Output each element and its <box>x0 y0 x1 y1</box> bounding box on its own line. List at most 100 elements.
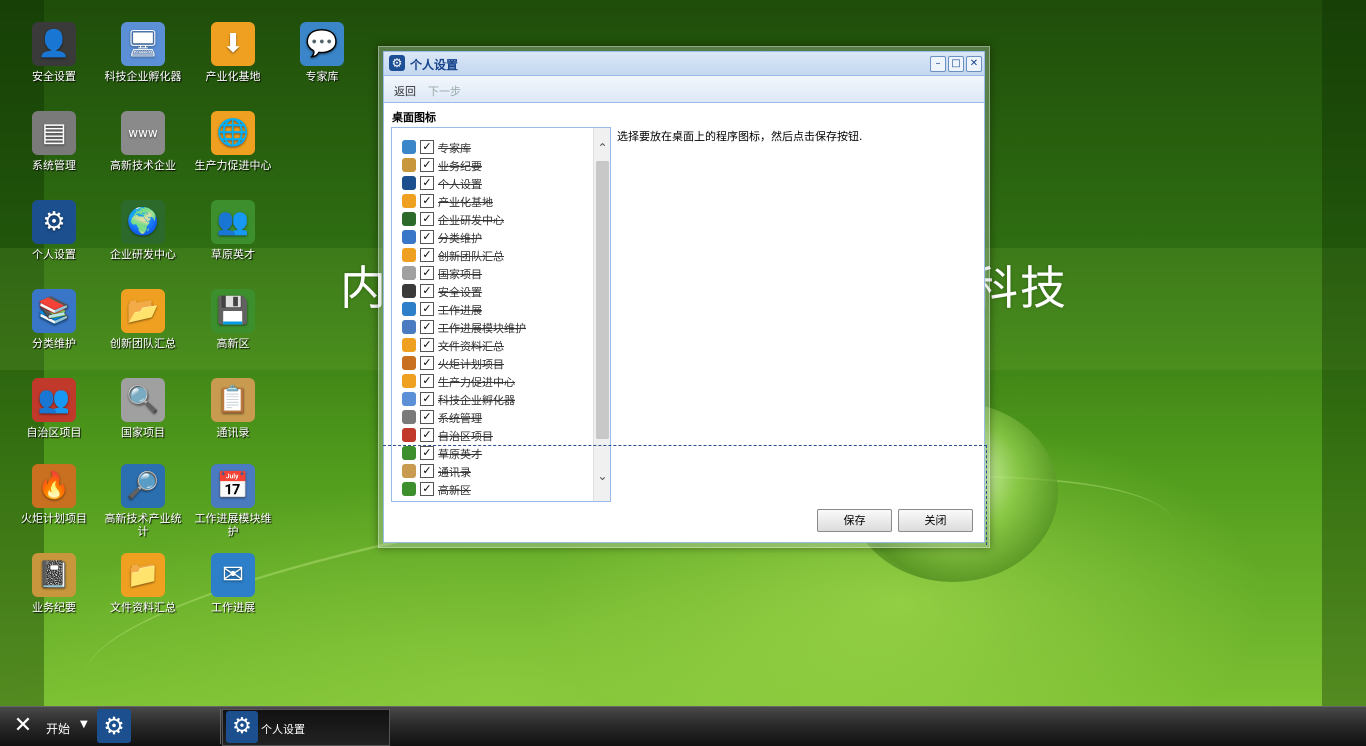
scroll-down-icon[interactable]: ⌄ <box>594 468 610 485</box>
list-item[interactable]: ✓ 安全设置 <box>402 282 597 300</box>
back-button[interactable]: 返回 <box>394 83 416 99</box>
window-titlebar[interactable]: ⚙ 个人设置 – □ ✕ <box>384 52 984 76</box>
checkbox[interactable]: ✓ <box>420 176 434 190</box>
checkbox[interactable]: ✓ <box>420 374 434 388</box>
list-item[interactable]: ✓ 高新区 <box>402 480 597 498</box>
maximize-button[interactable]: □ <box>948 56 964 72</box>
list-item-label: 企业研发中心 <box>438 214 504 227</box>
list-item[interactable]: ✓ 企业研发中心 <box>402 210 597 228</box>
list-item[interactable]: ✓ 产业化基地 <box>402 192 597 210</box>
desktop-icon-item[interactable]: 📓 业务纪要 <box>14 553 94 614</box>
desktop-icon-item[interactable]: 📋 通讯录 <box>193 378 273 439</box>
taskbar: ✕ 开始 ▼ ⚙ ⚙ 个人设置 <box>0 706 1366 746</box>
minimize-button[interactable]: – <box>930 56 946 72</box>
list-item[interactable]: ✓ 分类维护 <box>402 228 597 246</box>
desktop-icon-item[interactable]: 📁 文件资料汇总 <box>103 553 183 614</box>
desktop-icon-item[interactable]: ⚙ 个人设置 <box>14 200 94 261</box>
desktop-icon-label: 草原英才 <box>211 248 255 261</box>
list-item[interactable]: ✓ 自治区项目 <box>402 426 597 444</box>
checkbox[interactable]: ✓ <box>420 392 434 406</box>
scroll-up-icon[interactable]: ⌃ <box>594 140 610 157</box>
start-button[interactable]: ✕ 开始 ▼ <box>4 709 94 743</box>
list-item-label: 工作进展模块维护 <box>438 322 526 335</box>
desktop-icon-item[interactable]: 💬 专家库 <box>282 22 362 83</box>
task-button-personal-settings[interactable]: ⚙ 个人设置 <box>222 709 390 746</box>
desktop-icon-item[interactable]: ▤ 系统管理 <box>14 111 94 172</box>
checkbox[interactable]: ✓ <box>420 284 434 298</box>
selection-outline-h <box>383 445 987 446</box>
list-item[interactable]: ✓ 工作进展模块维护 <box>402 318 597 336</box>
desktop-icon-item[interactable]: 📂 创新团队汇总 <box>103 289 183 350</box>
desktop-icon-label: 安全设置 <box>32 70 76 83</box>
list-item[interactable]: ✓ 业务纪要 <box>402 156 597 174</box>
checkbox[interactable]: ✓ <box>420 230 434 244</box>
desktop-icon-item[interactable]: 🔍 国家项目 <box>103 378 183 439</box>
desktop-icon-item[interactable]: 📅 工作进展模块维护 <box>193 464 273 538</box>
globe-icon: 🌍 <box>121 200 165 244</box>
list-item-label: 产业化基地 <box>438 196 493 209</box>
checkbox[interactable]: ✓ <box>420 356 434 370</box>
mail-icon <box>402 302 416 316</box>
icon-glyph: ▤ <box>41 118 67 148</box>
desktop-icon-item[interactable]: www 高新技术企业 <box>103 111 183 172</box>
checkbox[interactable]: ✓ <box>420 410 434 424</box>
checkbox[interactable]: ✓ <box>420 428 434 442</box>
magnifier-doc-icon <box>402 266 416 280</box>
next-step-button[interactable]: 下一步 <box>428 83 461 99</box>
desktop-icon-item[interactable]: 🌐 生产力促进中心 <box>193 111 273 172</box>
list-item[interactable]: ✓ 文件资料汇总 <box>402 336 597 354</box>
list-item[interactable]: ✓ 国家项目 <box>402 264 597 282</box>
list-item-label: 文件资料汇总 <box>438 340 504 353</box>
checkbox[interactable]: ✓ <box>420 338 434 352</box>
desktop-icon-item[interactable]: 👤 安全设置 <box>14 22 94 83</box>
close-window-button[interactable]: ✕ <box>966 56 982 72</box>
checkbox[interactable]: ✓ <box>420 212 434 226</box>
quick-launch-gears-icon[interactable]: ⚙ <box>97 709 131 743</box>
desktop-icon-item[interactable]: 🔥 火炬计划项目 <box>14 464 94 525</box>
desktop-icon-item[interactable]: 📚 分类维护 <box>14 289 94 350</box>
folder-stack-icon <box>402 248 416 262</box>
list-item[interactable]: ✓ 通讯录 <box>402 462 597 480</box>
list-item-label: 科技企业孵化器 <box>438 394 515 407</box>
list-item[interactable]: ✓ 工作进展 <box>402 300 597 318</box>
list-item[interactable]: ✓ 创新团队汇总 <box>402 246 597 264</box>
list-item[interactable]: ✓ 系统管理 <box>402 408 597 426</box>
checkbox[interactable]: ✓ <box>420 158 434 172</box>
checkbox[interactable]: ✓ <box>420 446 434 460</box>
list-item-label: 高新区 <box>438 484 471 497</box>
chevron-down-icon: ▼ <box>80 719 88 730</box>
desktop-icon-item[interactable]: 👥 自治区项目 <box>14 378 94 439</box>
checkbox[interactable]: ✓ <box>420 248 434 262</box>
desktop-icon-item[interactable]: 🌍 企业研发中心 <box>103 200 183 261</box>
desktop-icon-item[interactable]: 💾 高新区 <box>193 289 273 350</box>
icon-glyph: 👥 <box>37 385 71 415</box>
desktop-icon-item[interactable]: ✉ 工作进展 <box>193 553 273 614</box>
desktop-icon-item[interactable]: 👥 草原英才 <box>193 200 273 261</box>
desktop-icon-item[interactable]: 🔎 高新技术产业统计 <box>103 464 183 538</box>
users-icon <box>402 446 416 460</box>
icon-glyph: 👥 <box>216 207 250 237</box>
desktop-icon-item[interactable]: 🖥 科技企业孵化器 <box>103 22 183 83</box>
list-item[interactable]: ✓ 专家库 <box>402 138 597 156</box>
checkbox[interactable]: ✓ <box>420 302 434 316</box>
checkbox[interactable]: ✓ <box>420 140 434 154</box>
users-icon: 👥 <box>211 200 255 244</box>
list-item[interactable]: ✓ 草原英才 <box>402 444 597 462</box>
list-item-label: 创新团队汇总 <box>438 250 504 263</box>
download-arrow-icon: ⬇ <box>211 22 255 66</box>
scroll-thumb[interactable] <box>596 161 609 439</box>
close-button[interactable]: 关闭 <box>898 509 973 532</box>
list-item[interactable]: ✓ 火炬计划项目 <box>402 354 597 372</box>
gears-icon: ⚙ <box>32 200 76 244</box>
list-item[interactable]: ✓ 科技企业孵化器 <box>402 390 597 408</box>
monitor-icon <box>402 392 416 406</box>
checkbox[interactable]: ✓ <box>420 194 434 208</box>
desktop-icon-item[interactable]: ⬇ 产业化基地 <box>193 22 273 83</box>
checkbox[interactable]: ✓ <box>420 482 434 496</box>
checkbox[interactable]: ✓ <box>420 464 434 478</box>
checkbox[interactable]: ✓ <box>420 266 434 280</box>
checkbox[interactable]: ✓ <box>420 320 434 334</box>
save-button[interactable]: 保存 <box>817 509 892 532</box>
list-item[interactable]: ✓ 个人设置 <box>402 174 597 192</box>
list-item[interactable]: ✓ 生产力促进中心 <box>402 372 597 390</box>
